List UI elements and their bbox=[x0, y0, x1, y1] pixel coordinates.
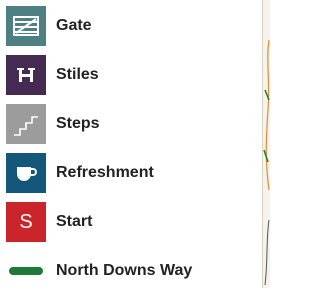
legend-label-steps: Steps bbox=[56, 115, 100, 132]
legend-item-north-downs-way: North Downs Way bbox=[6, 251, 256, 291]
map-edge bbox=[262, 0, 270, 288]
gate-icon bbox=[6, 6, 46, 46]
legend-item-refreshment: Refreshment bbox=[6, 153, 256, 193]
legend-item-stiles: Stiles bbox=[6, 55, 256, 95]
legend-label-start: Start bbox=[56, 213, 93, 230]
route-line-bar bbox=[9, 267, 43, 275]
route-line-icon bbox=[6, 251, 46, 291]
legend-label-stiles: Stiles bbox=[56, 66, 99, 83]
legend-item-start: S Start bbox=[6, 202, 256, 242]
stile-icon bbox=[6, 55, 46, 95]
steps-icon bbox=[6, 104, 46, 144]
legend-label-north-downs-way: North Downs Way bbox=[56, 262, 193, 279]
route-path-orange bbox=[265, 39, 270, 191]
map-legend: Gate Stiles Steps Refreshment S Start No… bbox=[0, 0, 262, 288]
legend-item-steps: Steps bbox=[6, 104, 256, 144]
cup-icon bbox=[6, 153, 46, 193]
map-feature-line bbox=[264, 219, 270, 286]
start-icon-letter: S bbox=[19, 210, 33, 233]
map-edge-lines bbox=[263, 39, 270, 286]
legend-label-refreshment: Refreshment bbox=[56, 164, 154, 181]
start-icon: S bbox=[6, 202, 46, 242]
legend-item-gate: Gate bbox=[6, 6, 256, 46]
legend-label-gate: Gate bbox=[56, 17, 92, 34]
